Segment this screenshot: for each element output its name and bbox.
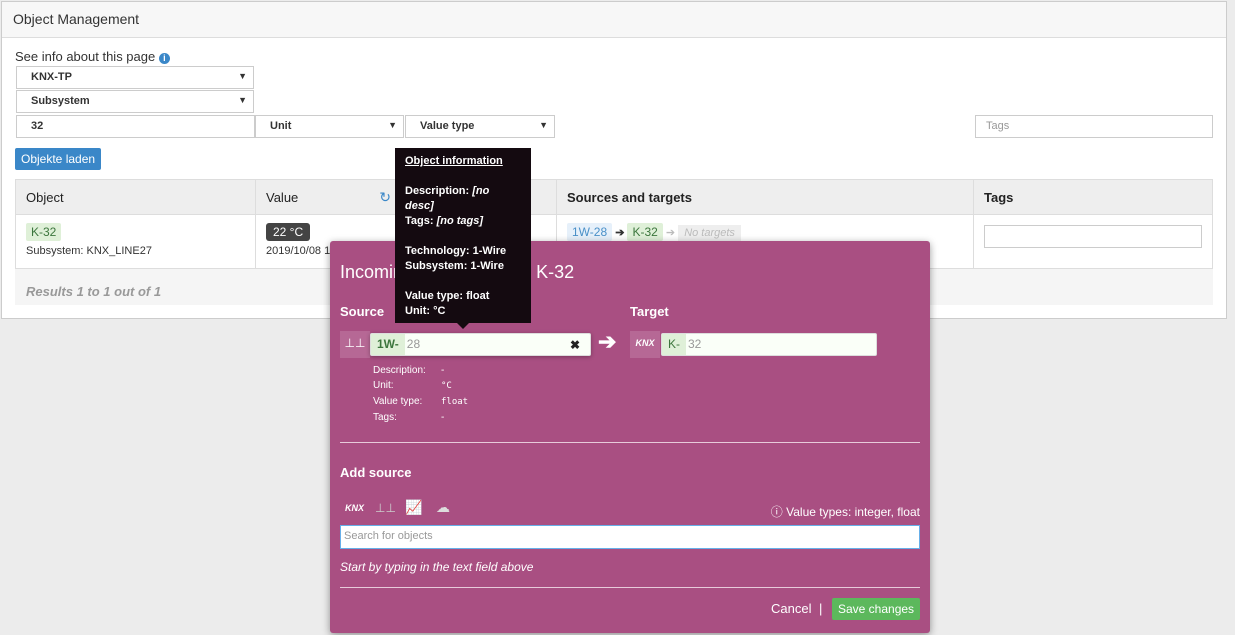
knx-icon: KNX [630,331,660,358]
target-label[interactable]: K-32 [627,223,663,241]
onewire-icon: ⊥⊥ [340,331,370,358]
info-icon: ⓘ [770,505,783,519]
technology-value: KNX-TP [31,71,72,83]
source-value: 28 [406,337,421,351]
tooltip-value-type: Value type: float [405,290,490,302]
source-heading: Source [340,304,385,319]
source-label[interactable]: 1W-28 [567,223,613,241]
value-types-text: Value types: integer, float [786,505,920,519]
separator: | [819,601,823,616]
meta-value: - [441,412,445,423]
meta-key: Unit: [373,380,394,391]
unit-value: Unit [270,120,292,132]
tags-cell [973,214,1213,270]
technology-select[interactable]: KNX-TP ▼ [16,66,254,89]
info-text: See info about this page [15,49,156,64]
value-badge: 22 °C [266,223,311,241]
subsystem-value: Subsystem [31,95,90,107]
panel-title: Object Management [2,2,1226,38]
subsystem-select[interactable]: Subsystem ▼ [16,90,254,113]
arrow-right-icon: ➔ [665,227,676,239]
arrow-right-icon: ➔ [598,329,617,354]
tooltip-unit: Unit: °C [405,305,446,317]
tooltip-technology: Technology: 1-Wire [405,245,507,257]
arrow-right-icon: ➔ [615,227,625,239]
source-input[interactable]: 1W- 28 ✖ [370,333,591,356]
info-icon: i [158,53,170,64]
value-type-select[interactable]: Value type ▼ [405,115,555,138]
meta-value: float [441,397,469,407]
meta-key: Value type: [373,396,423,407]
header-object[interactable]: Object [15,179,256,215]
save-changes-button[interactable]: Save changes [832,598,921,620]
cancel-button[interactable]: Cancel [771,601,811,616]
value-types-info: ⓘ Value types: integer, float [771,503,920,520]
value-type-value: Value type [420,120,475,132]
caret-down-icon: ▼ [539,120,548,130]
search-placeholder: Search for objects [344,530,433,542]
filter-onewire-icon[interactable]: ⊥⊥ [375,501,396,515]
meta-key: Tags: [373,412,397,423]
target-input: K- 32 [661,333,877,356]
caret-down-icon: ▼ [388,120,397,130]
add-source-heading: Add source [340,465,412,480]
header-value-label: Value [266,189,299,205]
filter-chart-icon[interactable]: 📈 [405,499,422,516]
target-prefix: K- [662,334,686,355]
caret-down-icon: ▼ [238,71,247,81]
search-objects-input[interactable]: Search for objects [340,525,920,549]
object-label[interactable]: K-32 [26,223,62,241]
meta-key: Description: [373,365,426,376]
row-tags-input[interactable] [984,225,1202,248]
filter-brain-icon[interactable]: ☁ [436,499,450,516]
tooltip-subsystem: Subsystem: 1-Wire [405,260,504,272]
object-info-tooltip: Object information Description: [no desc… [395,148,531,329]
refresh-icon[interactable]: ↻ [379,189,391,206]
no-targets-label[interactable]: No targets [678,225,741,241]
table-header: Object Value↻ Value type Sources and tar… [15,179,1213,215]
tooltip-tags: Tags: [no tags] [405,215,484,227]
header-tags[interactable]: Tags [973,179,1213,215]
object-subsystem: Subsystem: KNX_LINE27 [26,245,152,257]
search-value: 32 [31,120,44,132]
info-link[interactable]: See info about this page i [15,49,170,64]
source-meta: Description: - Unit: °C Value type: float T… [373,363,468,425]
hint-text: Start by typing in the text field above [340,560,534,574]
divider [340,587,920,588]
search-input[interactable]: 32 [16,115,255,138]
object-cell: K-32 Subsystem: KNX_LINE27 [15,214,256,270]
divider [340,442,920,443]
header-value[interactable]: Value ↻ [255,179,396,215]
tags-placeholder: Tags [986,120,1010,132]
meta-value: - [441,365,445,376]
target-heading: Target [630,304,669,319]
load-objects-button[interactable]: Objekte laden [15,148,102,170]
unit-select[interactable]: Unit ▼ [255,115,404,138]
clear-icon[interactable]: ✖ [570,338,580,352]
filter-knx-icon[interactable]: KNX [345,503,364,513]
tooltip-title: Object information [405,155,503,167]
header-sources-targets[interactable]: Sources and targets [556,179,974,215]
caret-down-icon: ▼ [238,95,247,105]
source-prefix: 1W- [371,334,405,355]
tooltip-description: Description: [no desc] [405,185,490,212]
tags-input[interactable]: Tags [975,115,1213,138]
target-value: 32 [688,337,702,351]
meta-value: °C [441,381,452,391]
